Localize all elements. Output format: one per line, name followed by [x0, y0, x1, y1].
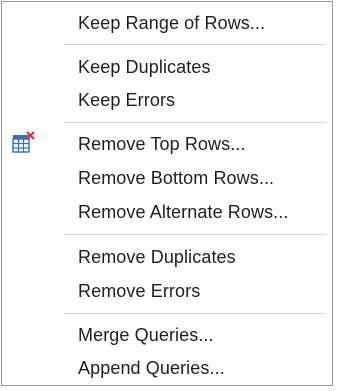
menu-item-keep-duplicates[interactable]: Keep Duplicates	[2, 52, 332, 84]
menu-item-label: Append Queries...	[78, 358, 225, 378]
menu-separator	[64, 122, 326, 123]
menu-item-append-queries[interactable]: Append Queries...	[2, 353, 332, 385]
menu-item-remove-alternate-rows[interactable]: Remove Alternate Rows...	[2, 197, 332, 229]
menu-item-remove-bottom-rows[interactable]: Remove Bottom Rows...	[2, 163, 332, 195]
menu-item-label: Remove Duplicates	[78, 247, 236, 267]
context-menu: Keep Range of Rows... Keep Duplicates Ke…	[1, 1, 333, 386]
menu-item-label: Remove Errors	[78, 281, 201, 301]
menu-separator	[64, 44, 326, 45]
menu-item-remove-top-rows[interactable]: Remove Top Rows...	[2, 129, 332, 161]
menu-item-label: Remove Bottom Rows...	[78, 168, 275, 188]
menu-item-label: Merge Queries...	[78, 325, 214, 345]
menu-separator	[64, 313, 326, 314]
menu-item-remove-duplicates[interactable]: Remove Duplicates	[2, 242, 332, 274]
menu-item-merge-queries[interactable]: Merge Queries...	[2, 320, 332, 352]
menu-item-label: Remove Alternate Rows...	[78, 202, 289, 222]
menu-item-remove-errors[interactable]: Remove Errors	[2, 276, 332, 308]
menu-separator	[64, 234, 326, 235]
menu-item-label: Keep Duplicates	[78, 57, 211, 77]
menu-item-label: Keep Range of Rows...	[78, 13, 266, 33]
menu-item-keep-range-of-rows[interactable]: Keep Range of Rows...	[2, 8, 332, 40]
menu-item-label: Remove Top Rows...	[78, 134, 246, 154]
remove-rows-icon	[12, 131, 36, 155]
menu-item-label: Keep Errors	[78, 90, 176, 110]
menu-item-keep-errors[interactable]: Keep Errors	[2, 85, 332, 117]
